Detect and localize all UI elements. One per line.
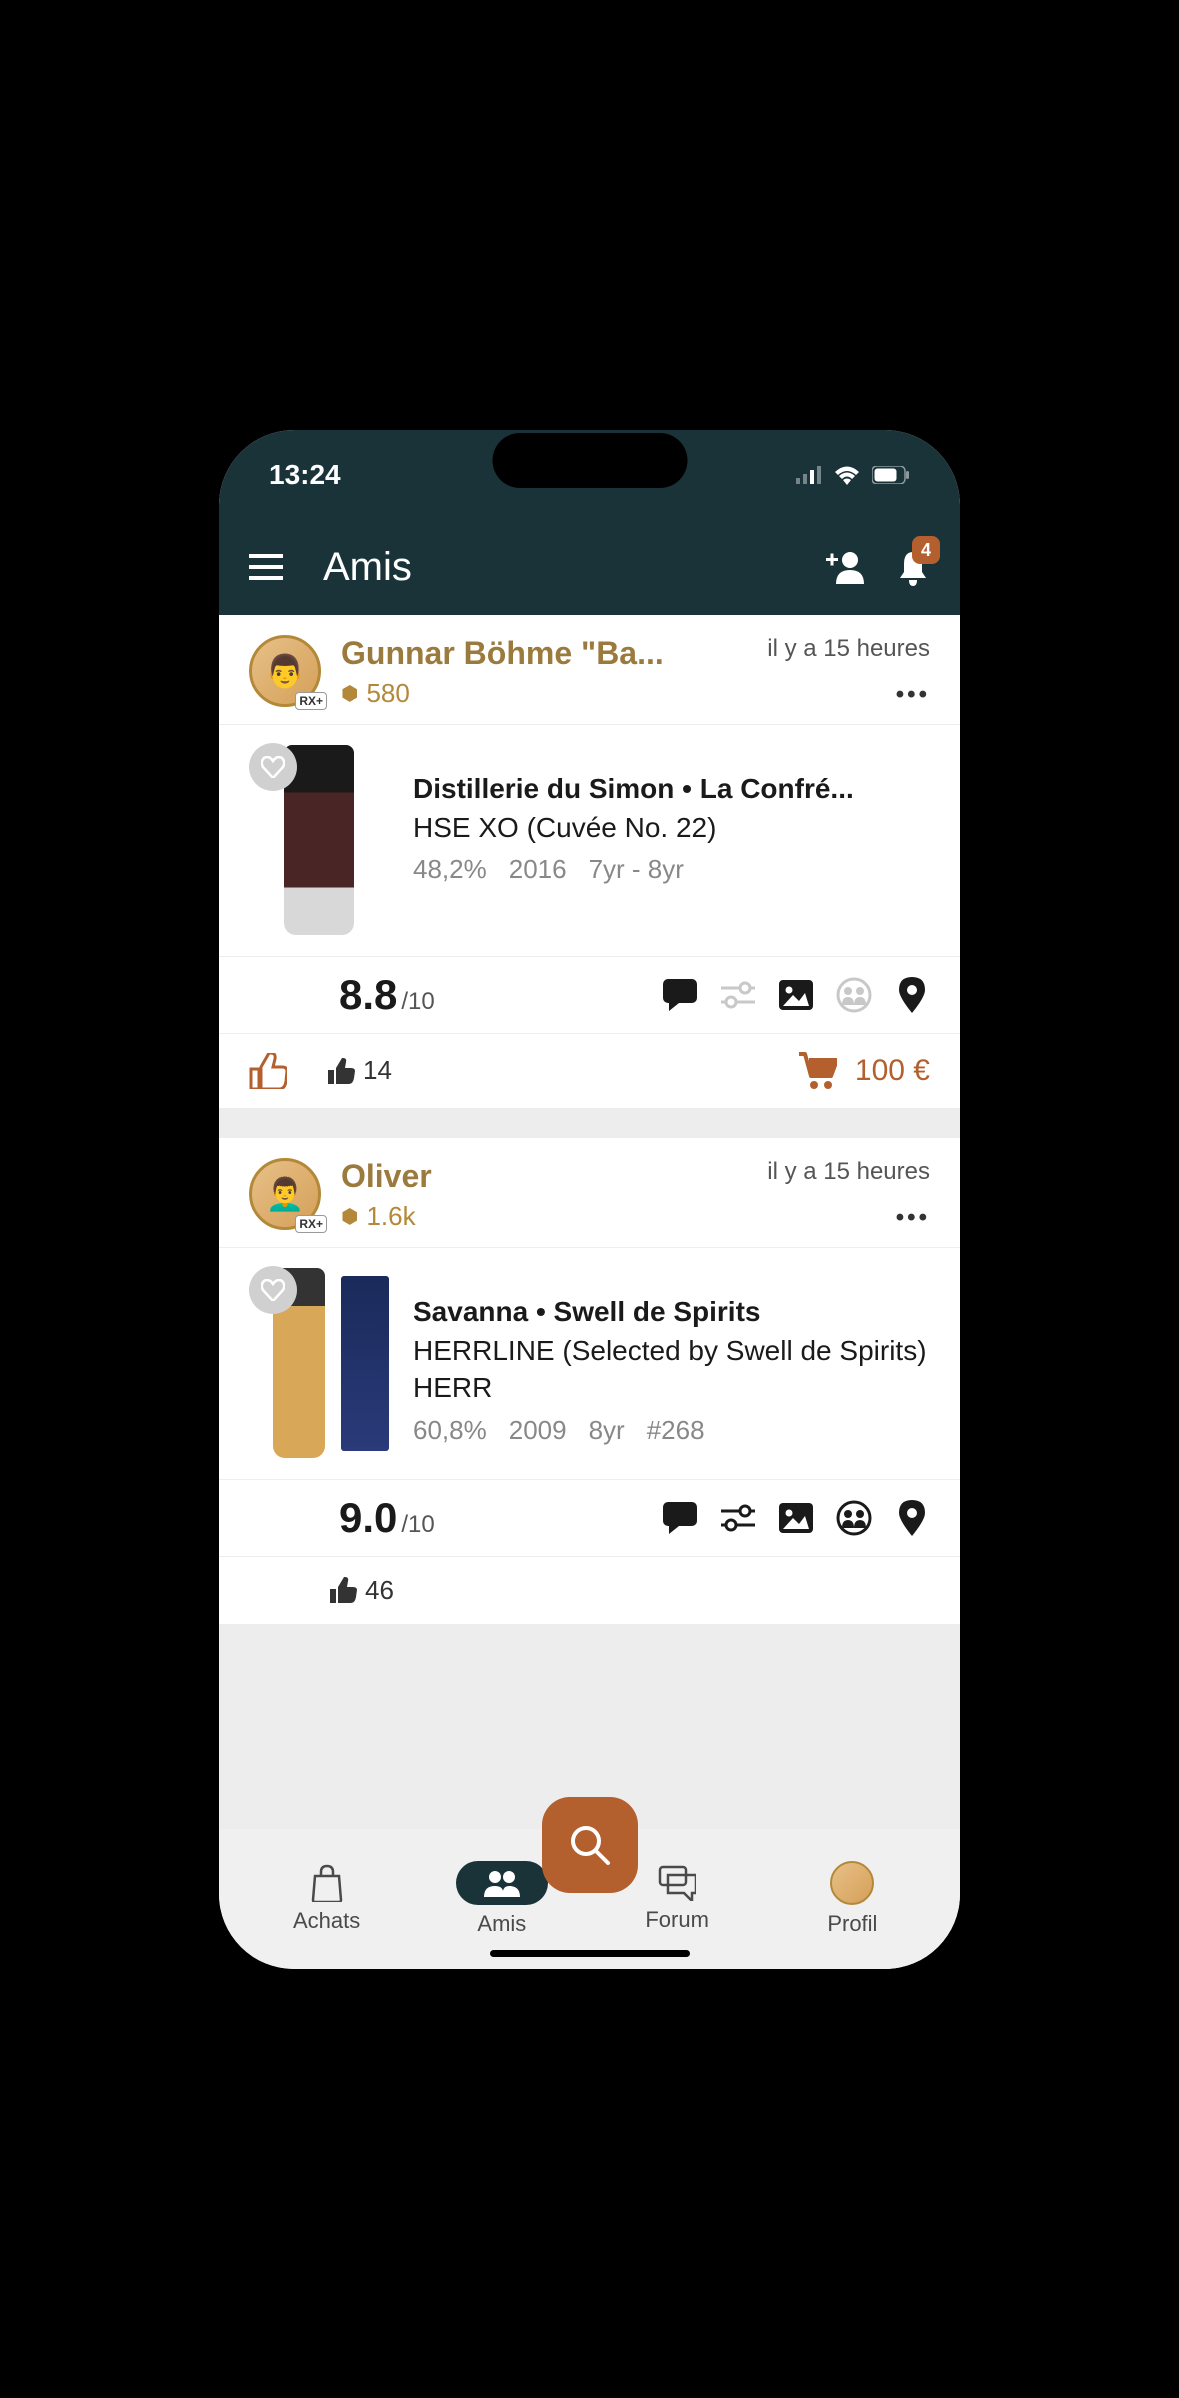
home-indicator[interactable] bbox=[490, 1950, 690, 1957]
profile-avatar-icon bbox=[830, 1861, 874, 1905]
product-subtitle: HERRLINE (Selected by Swell de Spirits) … bbox=[413, 1332, 930, 1408]
group-icon[interactable] bbox=[836, 977, 872, 1013]
price: 100 € bbox=[855, 1054, 930, 1088]
thumb-icon bbox=[327, 1058, 355, 1084]
user-avatar[interactable]: 👨 RX+ bbox=[249, 635, 321, 707]
sliders-icon[interactable] bbox=[720, 977, 756, 1013]
bottle-score-icon: ⬢ bbox=[341, 681, 358, 706]
signal-icon bbox=[796, 466, 822, 484]
wifi-icon bbox=[834, 465, 860, 485]
friends-icon bbox=[482, 1869, 522, 1897]
product-title: Distillerie du Simon • La Confré... bbox=[413, 773, 930, 805]
product-card[interactable]: Distillerie du Simon • La Confré... HSE … bbox=[219, 724, 960, 956]
bottle-score-icon: ⬢ bbox=[341, 1204, 358, 1229]
add-friend-icon[interactable] bbox=[826, 550, 866, 584]
sliders-icon[interactable] bbox=[720, 1500, 756, 1536]
more-options-button[interactable]: ••• bbox=[896, 681, 930, 709]
product-title: Savanna • Swell de Spirits bbox=[413, 1296, 930, 1328]
product-subtitle: HSE XO (Cuvée No. 22) bbox=[413, 809, 930, 847]
cart-icon bbox=[797, 1052, 837, 1090]
product-details: 48,2% 2016 7yr - 8yr bbox=[413, 854, 930, 885]
page-title: Amis bbox=[323, 545, 786, 590]
nav-amis[interactable]: Amis bbox=[447, 1861, 557, 1937]
post-timestamp: il y a 15 heures bbox=[767, 635, 930, 663]
comment-icon[interactable] bbox=[662, 1500, 698, 1536]
search-icon bbox=[568, 1823, 612, 1867]
image-icon[interactable] bbox=[778, 1500, 814, 1536]
more-options-button[interactable]: ••• bbox=[896, 1204, 930, 1232]
avatar-badge: RX+ bbox=[295, 1215, 327, 1233]
user-score: 580 bbox=[366, 678, 409, 709]
rating: 8.8 /10 bbox=[339, 971, 435, 1019]
favorite-button[interactable] bbox=[249, 743, 297, 791]
product-details: 60,8% 2009 8yr #268 bbox=[413, 1415, 930, 1446]
location-icon[interactable] bbox=[894, 977, 930, 1013]
heart-icon bbox=[261, 1279, 285, 1301]
favorite-button[interactable] bbox=[249, 1266, 297, 1314]
avatar-badge: RX+ bbox=[295, 692, 327, 710]
comment-icon[interactable] bbox=[662, 977, 698, 1013]
post-timestamp: il y a 15 heures bbox=[767, 1158, 930, 1186]
box-image bbox=[341, 1276, 389, 1451]
thumb-icon bbox=[329, 1577, 357, 1603]
feed-content[interactable]: 👨 RX+ Gunnar Böhme "Ba... ⬢ 580 il y a 1… bbox=[219, 615, 960, 1829]
bottom-nav: Achats Amis Forum Profil bbox=[219, 1829, 960, 1969]
like-button[interactable] bbox=[249, 1053, 287, 1089]
feed-post: 👨‍🦱 RX+ Oliver ⬢ 1.6k il y a 15 heures •… bbox=[219, 1138, 960, 1624]
feed-post: 👨 RX+ Gunnar Böhme "Ba... ⬢ 580 il y a 1… bbox=[219, 615, 960, 1108]
notifications-button[interactable]: 4 bbox=[896, 548, 930, 586]
nav-achats[interactable]: Achats bbox=[272, 1864, 382, 1934]
app-header: Amis 4 bbox=[219, 520, 960, 615]
heart-icon bbox=[261, 756, 285, 778]
menu-icon[interactable] bbox=[249, 554, 283, 580]
user-score: 1.6k bbox=[366, 1201, 415, 1232]
rating: 9.0 /10 bbox=[339, 1494, 435, 1542]
forum-icon bbox=[658, 1865, 696, 1901]
shopping-bag-icon bbox=[310, 1864, 344, 1902]
status-time: 13:24 bbox=[269, 459, 341, 491]
battery-icon bbox=[872, 466, 910, 484]
search-fab[interactable] bbox=[542, 1797, 638, 1893]
nav-profil[interactable]: Profil bbox=[797, 1861, 907, 1937]
nav-forum[interactable]: Forum bbox=[622, 1865, 732, 1933]
image-icon[interactable] bbox=[778, 977, 814, 1013]
like-count[interactable]: 46 bbox=[329, 1575, 394, 1606]
like-count[interactable]: 14 bbox=[327, 1055, 392, 1086]
user-avatar[interactable]: 👨‍🦱 RX+ bbox=[249, 1158, 321, 1230]
user-name[interactable]: Oliver bbox=[341, 1158, 747, 1195]
group-icon[interactable] bbox=[836, 1500, 872, 1536]
buy-button[interactable]: 100 € bbox=[797, 1052, 930, 1090]
user-name[interactable]: Gunnar Böhme "Ba... bbox=[341, 635, 747, 672]
location-icon[interactable] bbox=[894, 1500, 930, 1536]
notification-badge: 4 bbox=[912, 536, 940, 564]
product-card[interactable]: Savanna • Swell de Spirits HERRLINE (Sel… bbox=[219, 1247, 960, 1479]
